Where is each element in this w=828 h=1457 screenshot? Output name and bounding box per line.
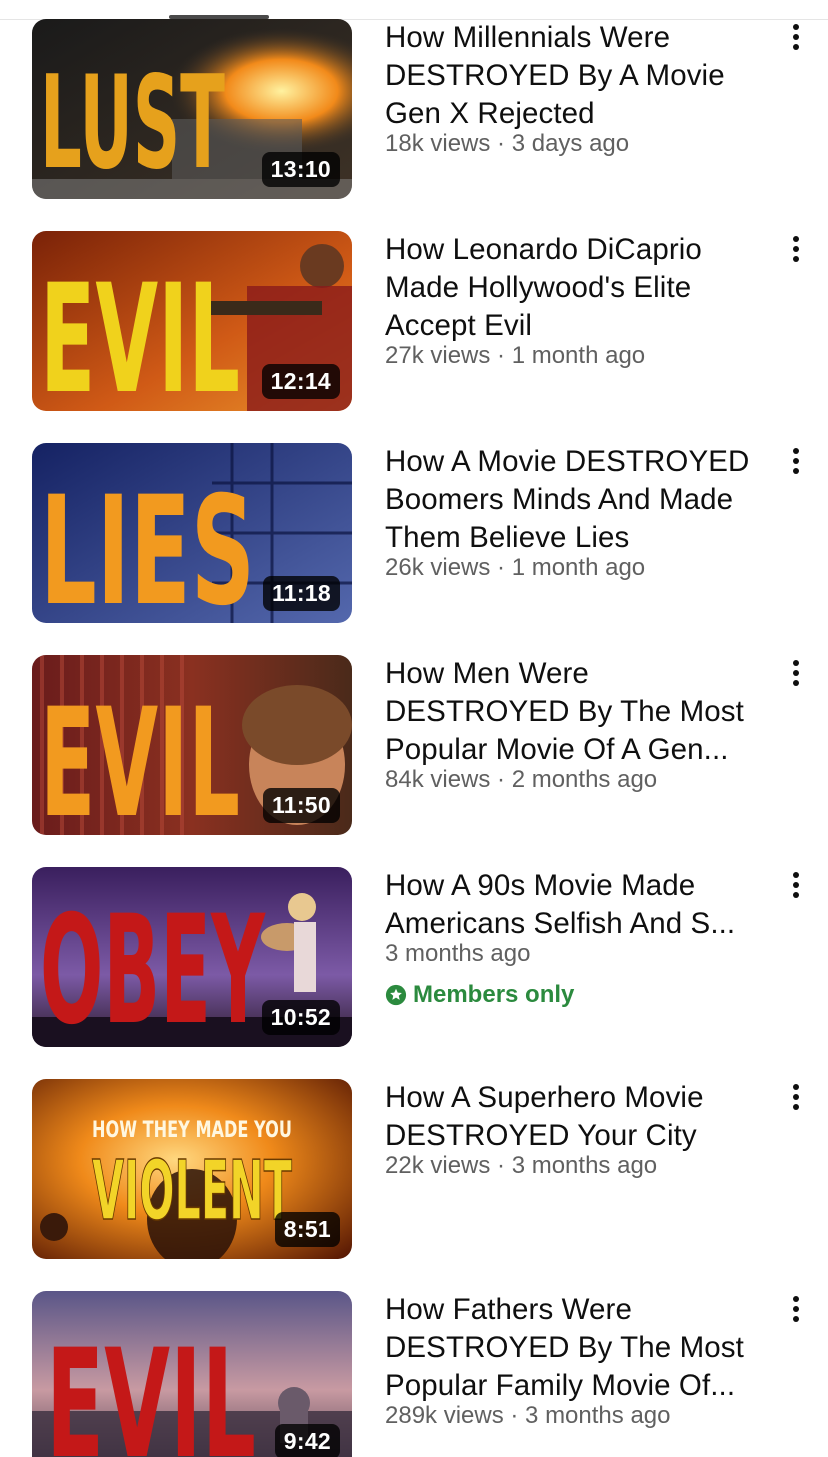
thumbnail-title-text: LUST [40, 49, 225, 198]
thumbnail-title-text: OBEY [40, 884, 266, 1047]
video-title[interactable]: How A 90s Movie Made Americans Selfish A… [385, 867, 780, 943]
video-info: How A Movie DESTROYED Boomers Minds And … [385, 443, 780, 583]
duration-badge: 10:52 [261, 1000, 340, 1035]
video-row[interactable]: EVIL 11:50 How Men Were DESTROYED By The… [0, 655, 828, 835]
duration-badge: 13:10 [261, 152, 340, 187]
video-row[interactable]: LIES 11:18 How A Movie DESTROYED Boomers… [0, 443, 828, 623]
video-row[interactable]: LUST 13:10 How Millennials Were DESTROYE… [0, 19, 828, 199]
members-only-badge: Members only [385, 981, 780, 1009]
video-title[interactable]: How A Superhero Movie DESTROYED Your Cit… [385, 1079, 780, 1155]
thumbnail-title-text: VIOLENT [92, 1144, 292, 1239]
video-meta: 27k views · 1 month ago [385, 342, 646, 369]
video-info: How Millennials Were DESTROYED By A Movi… [385, 19, 780, 159]
video-meta: 26k views · 1 month ago [385, 554, 646, 581]
video-title[interactable]: How Millennials Were DESTROYED By A Movi… [385, 19, 780, 133]
video-title[interactable]: How A Movie DESTROYED Boomers Minds And … [385, 443, 780, 557]
video-info: How Fathers Were DESTROYED By The Most P… [385, 1291, 780, 1431]
video-info: How Men Were DESTROYED By The Most Popul… [385, 655, 780, 795]
duration-badge: 11:50 [262, 788, 340, 823]
duration-badge: 12:14 [261, 364, 340, 399]
video-title[interactable]: How Men Were DESTROYED By The Most Popul… [385, 655, 780, 769]
video-title[interactable]: How Fathers Were DESTROYED By The Most P… [385, 1291, 780, 1405]
video-row[interactable]: EVIL 12:14 How Leonardo DiCaprio Made Ho… [0, 231, 828, 411]
video-thumbnail[interactable]: EVIL 11:50 [32, 655, 352, 835]
thumbnail-title-text: EVIL [40, 253, 240, 411]
more-vert-icon[interactable] [784, 1081, 808, 1113]
thumbnail-title-text: EVIL [46, 1318, 256, 1457]
thumbnail-caption-text: HOW THEY MADE YOU [92, 1118, 292, 1143]
duration-badge: 11:18 [262, 576, 340, 611]
video-thumbnail[interactable]: EVIL 9:42 [32, 1291, 352, 1457]
video-row[interactable]: EVIL 9:42 How Fathers Were DESTROYED By … [0, 1291, 828, 1457]
video-thumbnail[interactable]: EVIL 12:14 [32, 231, 352, 411]
more-vert-icon[interactable] [784, 445, 808, 477]
thumbnail-title-text: EVIL [40, 677, 240, 835]
video-meta: 22k views · 3 months ago [385, 1152, 658, 1179]
more-vert-icon[interactable] [784, 233, 808, 265]
members-only-label: Members only [413, 981, 575, 1008]
video-row[interactable]: HOW THEY MADE YOU VIOLENT 8:51 How A Sup… [0, 1079, 828, 1259]
more-vert-icon[interactable] [784, 657, 808, 689]
video-info: How A Superhero Movie DESTROYED Your Cit… [385, 1079, 780, 1181]
video-feed: LUST 13:10 How Millennials Were DESTROYE… [0, 0, 828, 1457]
video-meta: 3 months ago [385, 940, 531, 967]
more-vert-icon[interactable] [784, 21, 808, 53]
video-info: How Leonardo DiCaprio Made Hollywood's E… [385, 231, 780, 371]
star-badge-icon [385, 984, 407, 1006]
video-title[interactable]: How Leonardo DiCaprio Made Hollywood's E… [385, 231, 780, 345]
video-meta: 289k views · 3 months ago [385, 1402, 671, 1429]
more-vert-icon[interactable] [784, 869, 808, 901]
duration-badge: 9:42 [274, 1424, 340, 1457]
video-row[interactable]: OBEY 10:52 How A 90s Movie Made American… [0, 867, 828, 1047]
video-thumbnail[interactable]: OBEY 10:52 [32, 867, 352, 1047]
video-meta: 18k views · 3 days ago [385, 130, 630, 157]
video-thumbnail[interactable]: LUST 13:10 [32, 19, 352, 199]
duration-badge: 8:51 [274, 1212, 340, 1247]
video-info: How A 90s Movie Made Americans Selfish A… [385, 867, 780, 1009]
thumbnail-title-text: LIES [40, 465, 255, 623]
video-thumbnail[interactable]: HOW THEY MADE YOU VIOLENT 8:51 [32, 1079, 352, 1259]
video-thumbnail[interactable]: LIES 11:18 [32, 443, 352, 623]
more-vert-icon[interactable] [784, 1293, 808, 1325]
video-meta: 84k views · 2 months ago [385, 766, 658, 793]
